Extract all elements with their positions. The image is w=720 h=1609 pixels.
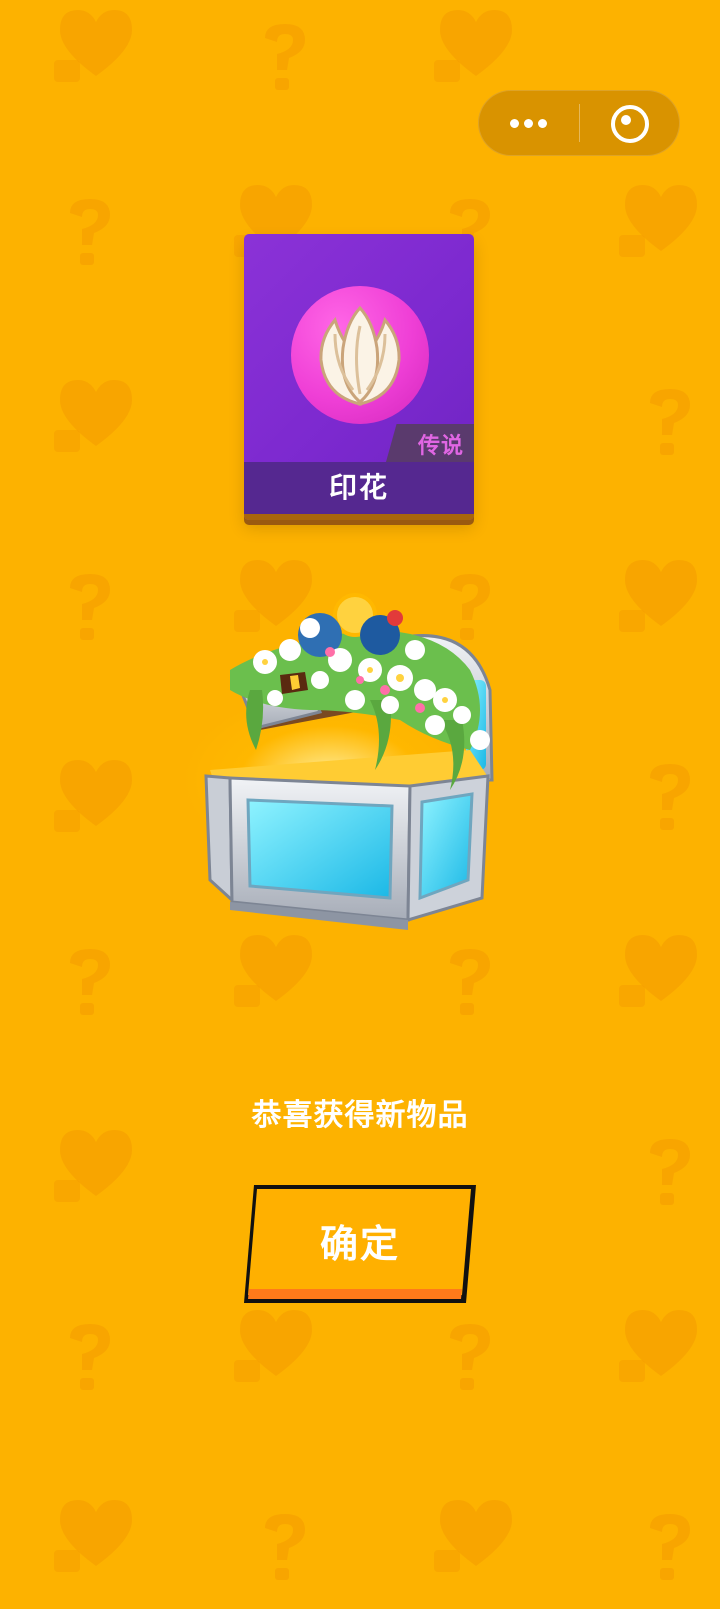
flower-petals-icon [319, 305, 401, 406]
more-dot [538, 119, 547, 128]
mini-program-capsule [478, 90, 680, 156]
rarity-badge: 传说 [386, 424, 474, 462]
close-button[interactable] [580, 90, 680, 156]
item-name-bar: 印花 [244, 462, 474, 514]
target-close-icon-dot [621, 115, 631, 125]
target-close-icon [611, 105, 649, 143]
confirm-button-label: 确定 [319, 1222, 400, 1266]
more-button[interactable] [478, 90, 578, 156]
congrats-message: 恭喜获得新物品 [251, 1098, 469, 1133]
confirm-button[interactable]: 确定 [240, 1183, 480, 1305]
flower-treasure-chest [170, 580, 570, 960]
item-icon-background [291, 286, 429, 424]
more-dots-icon [510, 119, 519, 128]
rarity-label: 传说 [417, 434, 464, 459]
more-dot [524, 119, 533, 128]
item-name: 印花 [328, 471, 389, 504]
item-card: 传说 印花 [244, 234, 474, 520]
